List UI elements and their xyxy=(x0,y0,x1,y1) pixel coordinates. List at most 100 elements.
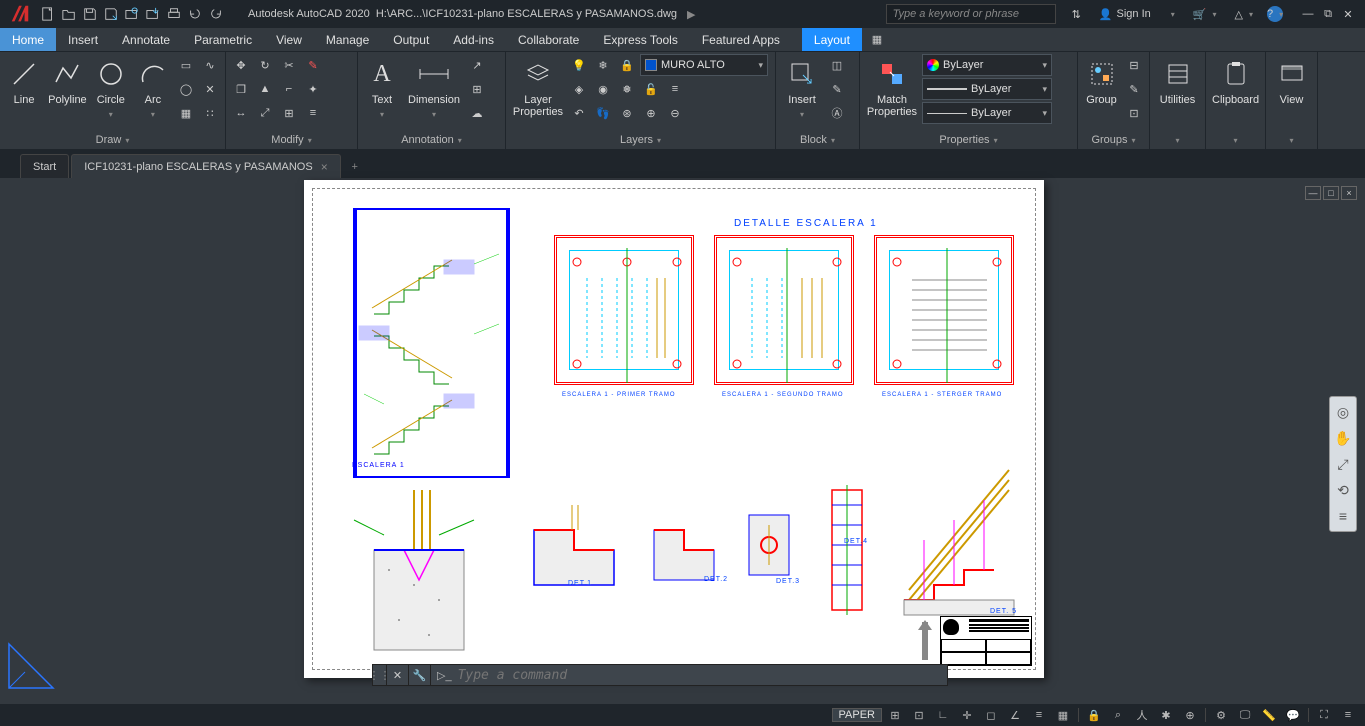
nav-zoom-icon[interactable]: ⤢ xyxy=(1332,453,1354,475)
command-line[interactable]: ⋮⋮ ✕ 🔧 ▷_ xyxy=(372,664,948,686)
table-icon[interactable]: ⊞ xyxy=(466,78,488,100)
layer-off-icon[interactable]: ◉ xyxy=(592,78,614,100)
layer-match-icon[interactable]: ≡ xyxy=(664,78,686,100)
fillet-icon[interactable]: ⌐ xyxy=(278,78,300,100)
signin-dropdown[interactable] xyxy=(1165,8,1179,21)
sb-snap-icon[interactable]: ⊡ xyxy=(908,706,930,724)
block-create-icon[interactable]: ◫ xyxy=(826,54,848,76)
minimize-icon[interactable]: — xyxy=(1299,5,1317,23)
sb-units-icon[interactable]: 📏 xyxy=(1258,706,1280,724)
polyline-button[interactable]: Polyline xyxy=(46,54,89,110)
sb-anno-icon[interactable]: 人 xyxy=(1131,706,1153,724)
open-web-icon[interactable] xyxy=(122,4,142,24)
new-icon[interactable] xyxy=(38,4,58,24)
tab-home[interactable]: Home xyxy=(0,28,56,51)
erase-icon[interactable]: ✎ xyxy=(302,54,324,76)
tab-view[interactable]: View xyxy=(264,28,314,51)
layer-walk-icon[interactable]: 👣 xyxy=(592,102,614,124)
sb-qp-icon[interactable]: 💬 xyxy=(1282,706,1304,724)
group-edit-icon[interactable]: ✎ xyxy=(1123,78,1145,100)
cmd-grip-icon[interactable]: ⋮⋮ xyxy=(373,665,387,685)
layer-cpy-icon[interactable]: ⊕ xyxy=(640,102,662,124)
view-button[interactable]: View xyxy=(1270,54,1313,110)
array-icon[interactable]: ⊞ xyxy=(278,102,300,124)
insert-button[interactable]: Insert▾ xyxy=(780,54,824,123)
sb-polar-icon[interactable]: ✛ xyxy=(956,706,978,724)
layer-lock-icon[interactable]: 🔒 xyxy=(616,54,638,76)
cart-icon[interactable]: 🛒 xyxy=(1189,6,1221,23)
layer-del-icon[interactable]: ⊖ xyxy=(664,102,686,124)
vp-close-icon[interactable]: × xyxy=(1341,186,1357,200)
explode-icon[interactable]: ✦ xyxy=(302,78,324,100)
layer-properties-button[interactable]: Layer Properties xyxy=(510,54,566,122)
block-attr-icon[interactable]: Ⓐ xyxy=(826,102,848,124)
xline-icon[interactable]: ✕ xyxy=(199,78,221,100)
vp-minimize-icon[interactable]: — xyxy=(1305,186,1321,200)
sb-lwt-icon[interactable]: ≡ xyxy=(1028,706,1050,724)
offset-icon[interactable]: ≡ xyxy=(302,102,324,124)
layer-lck-icon[interactable]: 🔓 xyxy=(640,78,662,100)
utilities-button[interactable]: Utilities xyxy=(1154,54,1201,110)
search-box[interactable]: Type a keyword or phrase xyxy=(886,4,1056,24)
layer-iso-icon[interactable]: ◈ xyxy=(568,78,590,100)
scale-icon[interactable]: ⤢ xyxy=(254,102,276,124)
group-sel-icon[interactable]: ⊡ xyxy=(1123,102,1145,124)
color-combo[interactable]: ByLayer xyxy=(922,54,1052,76)
lineweight-combo[interactable]: ByLayer xyxy=(922,78,1052,100)
sb-ws-icon[interactable]: ⚙ xyxy=(1210,706,1232,724)
tab-current-file[interactable]: ICF10231-plano ESCALERAS y PASAMANOS× xyxy=(71,154,340,178)
rect-icon[interactable]: ▭ xyxy=(175,54,197,76)
redo-icon[interactable] xyxy=(206,4,226,24)
tab-collaborate[interactable]: Collaborate xyxy=(506,28,591,51)
cmd-customize-icon[interactable]: ✕ xyxy=(387,665,409,685)
group-button[interactable]: Group xyxy=(1082,54,1121,110)
tab-express[interactable]: Express Tools xyxy=(591,28,689,51)
tab-add-icon[interactable]: + xyxy=(343,156,367,178)
text-button[interactable]: AText▾ xyxy=(362,54,402,123)
nav-pan-icon[interactable]: ✋ xyxy=(1332,427,1354,449)
tab-output[interactable]: Output xyxy=(381,28,441,51)
stretch-icon[interactable]: ↔ xyxy=(230,102,252,124)
move-icon[interactable]: ✥ xyxy=(230,54,252,76)
save-icon[interactable] xyxy=(80,4,100,24)
tab-featured[interactable]: Featured Apps xyxy=(690,28,792,51)
tab-manage[interactable]: Manage xyxy=(314,28,381,51)
layer-on-icon[interactable]: 💡 xyxy=(568,54,590,76)
sb-clean-icon[interactable]: ⛶ xyxy=(1313,706,1335,724)
layer-prev-icon[interactable]: ↶ xyxy=(568,102,590,124)
help-icon[interactable]: ? xyxy=(1267,6,1283,22)
tab-annotate[interactable]: Annotate xyxy=(110,28,182,51)
nav-orbit-icon[interactable]: ⟲ xyxy=(1332,479,1354,501)
sb-otrack-icon[interactable]: ∠ xyxy=(1004,706,1026,724)
sb-ortho-icon[interactable]: ∟ xyxy=(932,706,954,724)
spline-icon[interactable]: ∿ xyxy=(199,54,221,76)
cmd-recent-icon[interactable]: 🔧 xyxy=(409,665,431,685)
signin-button[interactable]: 👤 Sign In xyxy=(1095,6,1155,23)
plot-icon[interactable] xyxy=(164,4,184,24)
nav-wheel-icon[interactable]: ◎ xyxy=(1332,401,1354,423)
sb-annoadd-icon[interactable]: ⊕ xyxy=(1179,706,1201,724)
undo-icon[interactable] xyxy=(185,4,205,24)
sb-osnap-icon[interactable]: ◻ xyxy=(980,706,1002,724)
sb-annovis-icon[interactable]: ✱ xyxy=(1155,706,1177,724)
sb-trans-icon[interactable]: ▦ xyxy=(1052,706,1074,724)
vp-restore-icon[interactable]: □ xyxy=(1323,186,1339,200)
saveas-icon[interactable] xyxy=(101,4,121,24)
restore-icon[interactable]: ⧉ xyxy=(1319,5,1337,23)
mirror-icon[interactable]: ▲ xyxy=(254,78,276,100)
layer-chg-icon[interactable]: ⊛ xyxy=(616,102,638,124)
sb-grid-icon[interactable]: ⊞ xyxy=(884,706,906,724)
hatch-icon[interactable]: ▦ xyxy=(175,102,197,124)
block-edit-icon[interactable]: ✎ xyxy=(826,78,848,100)
ellipse-icon[interactable]: ◯ xyxy=(175,78,197,100)
save-web-icon[interactable] xyxy=(143,4,163,24)
app-icon[interactable]: △ xyxy=(1231,6,1257,23)
drawing-area[interactable]: — □ × DETALLE ESCALERA 1 xyxy=(0,178,1365,704)
layer-combo[interactable]: MURO ALTO xyxy=(640,54,768,76)
paper-model-toggle[interactable]: PAPER xyxy=(832,708,882,722)
rotate-icon[interactable]: ↻ xyxy=(254,54,276,76)
ungroup-icon[interactable]: ⊟ xyxy=(1123,54,1145,76)
copy-icon[interactable]: ❐ xyxy=(230,78,252,100)
command-input[interactable] xyxy=(458,668,947,683)
tab-start[interactable]: Start xyxy=(20,154,69,178)
